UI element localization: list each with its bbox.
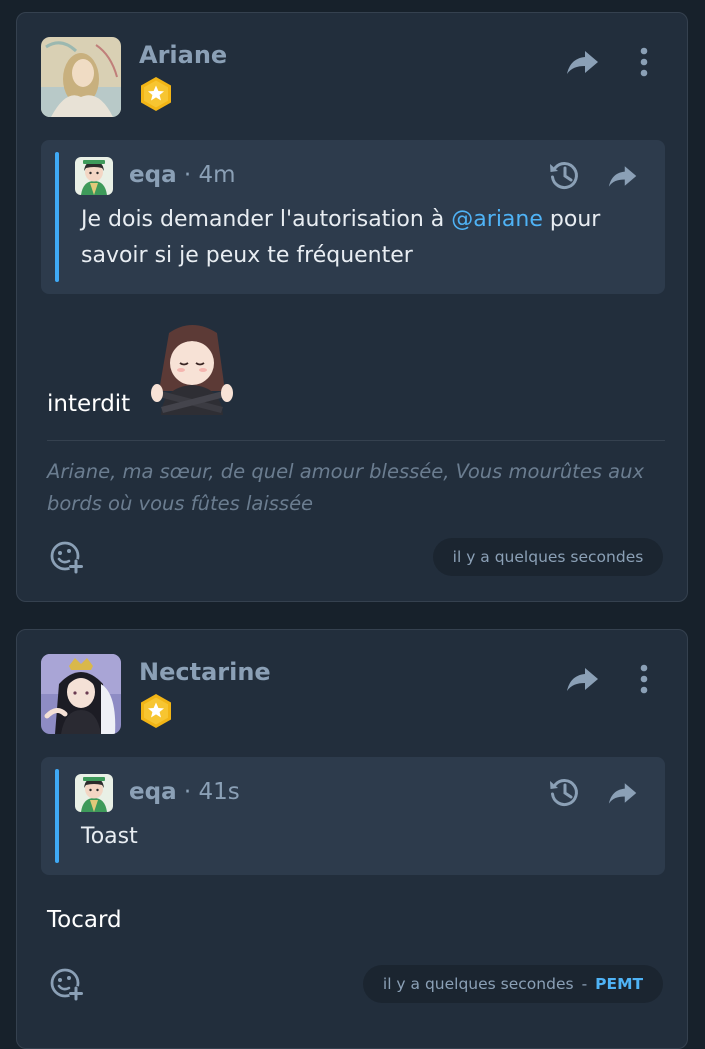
quote-author-name[interactable]: eqa: [129, 162, 177, 188]
quote-meta: eqa · 41s: [129, 779, 240, 805]
post-timestamp[interactable]: il y a quelques secondes: [433, 538, 663, 576]
quote-text: Toast: [81, 824, 138, 849]
author-avatar[interactable]: [41, 654, 121, 734]
quote-author-avatar[interactable]: [75, 774, 113, 812]
signature-divider: [47, 440, 665, 441]
quote-meta-dot: ·: [183, 779, 199, 805]
quote-text-before: Je dois demander l'autorisation à: [81, 207, 452, 232]
quote-author-avatar[interactable]: [75, 157, 113, 195]
quoted-post[interactable]: eqa · 41s Toast: [41, 757, 665, 875]
post-body: interdit: [47, 391, 131, 417]
quote-time: 4m: [198, 162, 236, 188]
quote-share-icon[interactable]: [607, 778, 639, 808]
quote-text: Je dois demander l'autorisation à @arian…: [81, 202, 641, 274]
visibility-label: PEMT: [595, 975, 644, 993]
share-arrow-icon[interactable]: [565, 662, 601, 696]
meta-separator: -: [581, 975, 588, 993]
mention-link[interactable]: @ariane: [451, 207, 543, 232]
author-name[interactable]: Ariane: [139, 41, 227, 69]
star-badge-icon: [139, 76, 173, 112]
star-badge-icon: [139, 693, 173, 729]
quote-meta-dot: ·: [183, 162, 199, 188]
post-body: Tocard: [47, 907, 122, 933]
quote-bar: [55, 152, 59, 282]
crossed-arms-girl-sticker[interactable]: [147, 321, 237, 415]
history-icon[interactable]: [547, 158, 581, 192]
share-arrow-icon[interactable]: [565, 45, 601, 79]
signature-text: Ariane, ma sœur, de quel amour blessée, …: [47, 460, 645, 515]
quote-time: 41s: [198, 779, 240, 805]
post-timestamp[interactable]: il y a quelques secondes - PEMT: [363, 965, 663, 1003]
author-avatar[interactable]: [41, 37, 121, 117]
quote-bar: [55, 769, 59, 863]
quote-meta: eqa · 4m: [129, 162, 236, 188]
more-vertical-icon[interactable]: [635, 662, 653, 696]
post-time: il y a quelques secondes: [382, 975, 574, 993]
quoted-post[interactable]: eqa · 4m Je dois demander l'autorisation…: [41, 140, 665, 294]
author-name[interactable]: Nectarine: [139, 658, 271, 686]
post-card: Nectarine eqa · 41s Toast Tocard il y a …: [16, 629, 688, 1049]
quote-author-name[interactable]: eqa: [129, 779, 177, 805]
history-icon[interactable]: [547, 775, 581, 809]
add-reaction-icon[interactable]: [49, 966, 85, 1002]
more-vertical-icon[interactable]: [635, 45, 653, 79]
add-reaction-icon[interactable]: [49, 539, 85, 575]
post-card: Ariane eqa · 4m Je dois demander l'autor…: [16, 12, 688, 602]
quote-share-icon[interactable]: [607, 161, 639, 191]
